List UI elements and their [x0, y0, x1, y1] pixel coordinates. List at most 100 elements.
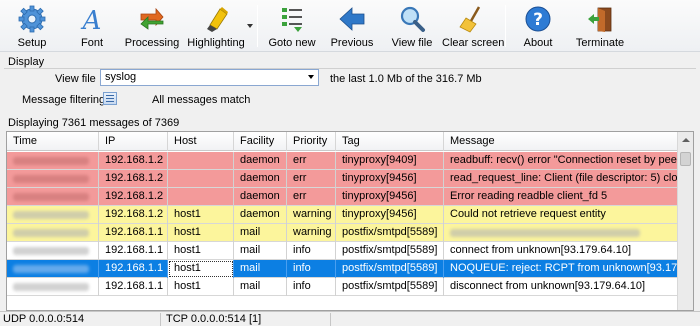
cell-message — [444, 224, 677, 242]
cell-message: Could not retrieve request entity — [450, 208, 606, 220]
redacted-value — [13, 283, 89, 291]
column-header-host[interactable]: Host — [168, 132, 234, 151]
svg-text:?: ? — [533, 10, 543, 30]
table-row[interactable]: 192.168.1.1 host1 mail info postfix/smtpd[55… — [7, 242, 677, 260]
cell-message: disconnect from unknown[93.179.64.10] — [450, 280, 646, 292]
cell-time — [7, 188, 99, 206]
cell-host: host1 — [168, 206, 234, 224]
cell-host — [168, 170, 234, 188]
goto-new-button[interactable]: Goto new — [264, 0, 320, 52]
highlighting-label: Highlighting — [187, 37, 245, 49]
table-header: Time IP Host Facility Priority Tag Messa… — [7, 132, 677, 151]
redacted-value — [450, 229, 640, 237]
cell-ip: 192.168.1.1 — [99, 242, 168, 260]
cell-host — [168, 152, 234, 170]
scrollbar-thumb[interactable] — [680, 152, 691, 166]
cell-facility: mail — [234, 224, 287, 242]
table-row[interactable]: 192.168.1.1 host1 mail info postfix/smtpd[55… — [7, 260, 677, 278]
svg-text:A: A — [81, 6, 102, 33]
cell-time — [7, 278, 99, 296]
previous-label: Previous — [330, 37, 374, 49]
column-header-time[interactable]: Time — [7, 132, 99, 151]
filter-status-text: All messages match — [152, 94, 251, 106]
clear-screen-button[interactable]: Clear screen — [442, 0, 505, 52]
redacted-value — [13, 265, 89, 273]
about-label: About — [523, 37, 553, 49]
message-count-text: Displaying 7361 messages of 7369 — [8, 117, 180, 129]
cell-message: connect from unknown[93.179.64.10] — [450, 244, 632, 256]
processing-button[interactable]: Processing — [124, 0, 180, 52]
status-separator — [330, 313, 331, 326]
cell-tag: postfix/smtpd[5589] — [336, 278, 444, 296]
highlighting-button[interactable]: Highlighting — [186, 0, 246, 52]
cell-time — [7, 170, 99, 188]
highlighting-dropdown-arrow[interactable] — [247, 24, 253, 28]
cell-facility: daemon — [234, 170, 287, 188]
processing-arrows-icon — [140, 7, 164, 30]
scroll-up-arrow-icon[interactable] — [682, 138, 690, 142]
processing-label: Processing — [124, 37, 180, 49]
redacted-value — [13, 247, 89, 255]
table-row[interactable]: 192.168.1.2 daemon err tinyproxy[9409] readb… — [7, 152, 677, 170]
cell-ip: 192.168.1.2 — [99, 206, 168, 224]
cell-message: NOQUEUE: reject: RCPT from unknown[93.17… — [450, 262, 677, 274]
cell-ip: 192.168.1.2 — [99, 170, 168, 188]
cell-tag: tinyproxy[9456] — [336, 170, 444, 188]
cell-ip: 192.168.1.2 — [99, 152, 168, 170]
column-header-message[interactable]: Message — [444, 132, 677, 151]
column-header-tag[interactable]: Tag — [336, 132, 444, 151]
terminate-button[interactable]: Terminate — [570, 0, 630, 52]
table-row[interactable]: 192.168.1.1 host1 mail info postfix/smtpd[55… — [7, 278, 677, 296]
cell-host: host1 — [168, 278, 234, 296]
chevron-down-icon[interactable] — [308, 75, 314, 79]
cell-priority: err — [287, 152, 336, 170]
setup-button[interactable]: Setup — [4, 0, 60, 52]
column-header-priority[interactable]: Priority — [287, 132, 336, 151]
cell-time — [7, 224, 99, 242]
redacted-value — [13, 175, 89, 183]
cell-priority: err — [287, 170, 336, 188]
cell-tag: tinyproxy[9456] — [336, 188, 444, 206]
clear-screen-label: Clear screen — [442, 37, 505, 49]
view-file-value: syslog — [105, 71, 137, 83]
cell-facility: mail — [234, 260, 287, 278]
cell-tag: tinyproxy[9409] — [336, 152, 444, 170]
vertical-scrollbar[interactable] — [677, 132, 693, 310]
redacted-value — [13, 229, 89, 237]
cell-priority: info — [287, 242, 336, 260]
previous-button[interactable]: Previous — [324, 0, 380, 52]
status-separator — [160, 313, 161, 326]
redacted-value — [13, 211, 89, 219]
cell-tag: postfix/smtpd[5589] — [336, 224, 444, 242]
font-button[interactable]: A Font — [64, 0, 120, 52]
display-group-title: Display — [8, 56, 45, 68]
cell-priority: err — [287, 188, 336, 206]
view-file-select[interactable]: syslog — [100, 69, 319, 86]
status-bar: UDP 0.0.0.0:514 TCP 0.0.0.0:514 [1] — [0, 311, 700, 326]
cell-time — [7, 260, 99, 278]
view-file-button[interactable]: View file — [384, 0, 440, 52]
goto-new-list-icon — [282, 8, 302, 32]
cell-host: host1 — [168, 260, 234, 278]
font-label: Font — [80, 37, 103, 49]
table-row[interactable]: 192.168.1.2 daemon err tinyproxy[9456] read_… — [7, 170, 677, 188]
broom-icon — [459, 6, 481, 33]
table-row[interactable]: 192.168.1.2 daemon err tinyproxy[9456] Error… — [7, 188, 677, 206]
column-header-facility[interactable]: Facility — [234, 132, 287, 151]
cell-host: host1 — [168, 224, 234, 242]
cell-tag: tinyproxy[9456] — [336, 206, 444, 224]
file-size-text: the last 1.0 Mb of the 316.7 Mb — [330, 73, 482, 85]
table-row[interactable]: 192.168.1.2 host1 daemon warning tinyproxy[9… — [7, 206, 677, 224]
cell-priority: info — [287, 278, 336, 296]
cell-facility: daemon — [234, 206, 287, 224]
cell-time — [7, 152, 99, 170]
cell-ip: 192.168.1.1 — [99, 278, 168, 296]
gear-icon — [18, 5, 46, 33]
filter-settings-button[interactable] — [103, 92, 117, 105]
column-header-ip[interactable]: IP — [99, 132, 168, 151]
cell-facility: daemon — [234, 188, 287, 206]
about-button[interactable]: ? About — [512, 0, 564, 52]
table-row[interactable]: 192.168.1.1 host1 mail warning postfix/smtpd… — [7, 224, 677, 242]
exit-door-icon — [588, 7, 612, 32]
message-filtering-label: Message filtering — [22, 94, 106, 106]
